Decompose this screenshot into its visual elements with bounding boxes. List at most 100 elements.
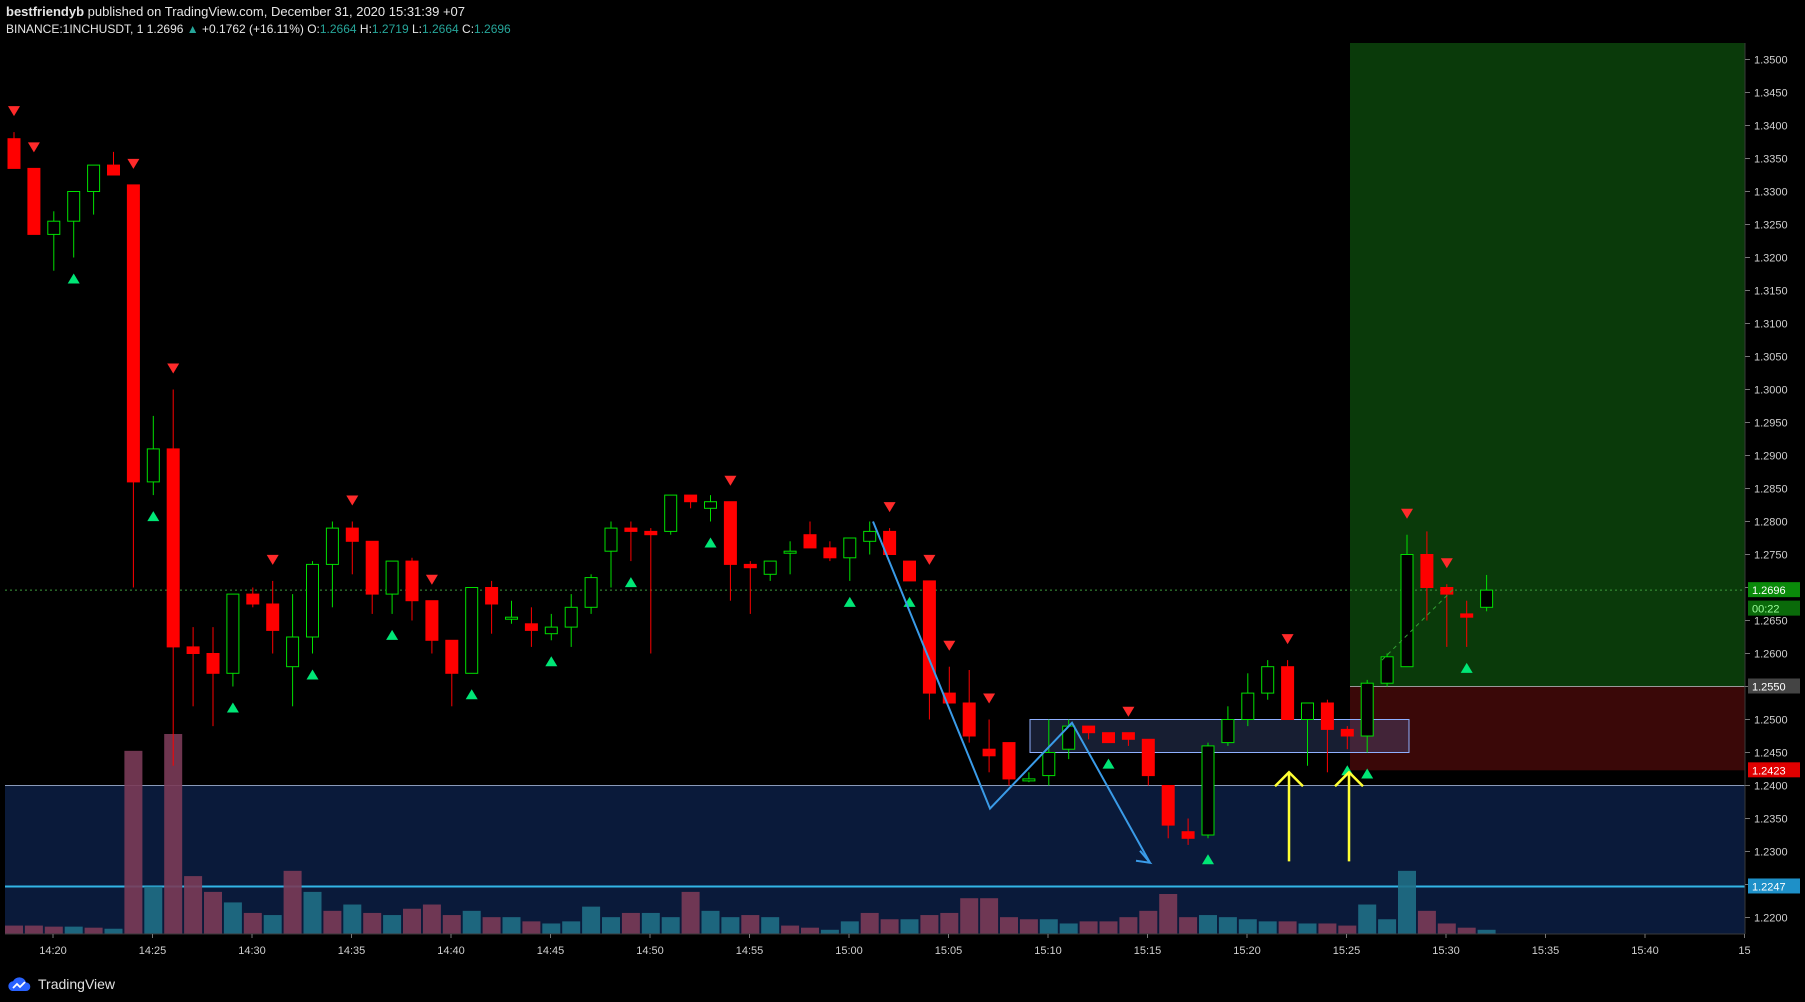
- candle-body: [1022, 778, 1036, 782]
- candle-body: [7, 138, 21, 169]
- candle-body: [385, 560, 399, 595]
- time-tick-label: 15:10: [1034, 945, 1062, 957]
- volume-bar: [1099, 921, 1118, 934]
- price-chart[interactable]: 1.3500 1.3450 1.3400 1.3350 1.3300 1.3250 1.32…: [0, 0, 1805, 970]
- volume-bar: [1139, 910, 1158, 934]
- volume-bar: [741, 915, 760, 934]
- volume-bar: [64, 926, 83, 934]
- candle-body: [107, 164, 120, 176]
- volume-bar: [84, 927, 103, 934]
- candle-body: [445, 639, 459, 674]
- candle-body: [1102, 732, 1115, 744]
- support-zone: [5, 785, 1745, 934]
- candle: [903, 560, 916, 582]
- time-tick-label: 15:35: [1532, 945, 1560, 957]
- volume-bar: [562, 921, 581, 934]
- candle-body: [345, 527, 359, 542]
- candle-body: [1460, 613, 1474, 618]
- candle: [27, 167, 41, 235]
- candle-body: [1340, 728, 1354, 737]
- candle-body: [286, 636, 300, 668]
- time-tick-label: 14:55: [736, 945, 764, 957]
- volume-bar: [1278, 921, 1297, 934]
- volume-bar: [721, 917, 740, 934]
- volume-bar: [960, 898, 979, 934]
- candle-body: [1181, 831, 1195, 839]
- volume-bar: [184, 876, 203, 934]
- candle-body: [246, 593, 260, 605]
- volume-bar: [1298, 923, 1317, 934]
- volume-bar: [383, 915, 402, 934]
- volume-bar: [661, 917, 680, 934]
- candle-body: [226, 593, 240, 674]
- volume-bar: [641, 912, 660, 934]
- price-tick-label: 1.2800: [1754, 517, 1788, 529]
- volume-bar: [920, 915, 939, 934]
- candle-body: [1420, 554, 1434, 588]
- volume-bar: [781, 925, 800, 934]
- candle-body: [704, 501, 717, 509]
- candle: [1102, 732, 1115, 744]
- candle-body: [405, 560, 419, 602]
- candle-body: [982, 748, 996, 757]
- volume-bar: [1417, 910, 1436, 934]
- support-price-label: 1.2247: [1752, 881, 1786, 893]
- price-tick-label: 1.3050: [1754, 352, 1788, 364]
- price-tick-label: 1.2400: [1754, 781, 1788, 793]
- candle-body: [27, 167, 41, 235]
- candle: [1380, 653, 1394, 687]
- price-tick-label: 1.2600: [1754, 649, 1788, 661]
- volume-bar: [840, 921, 859, 934]
- volume-bar: [1218, 917, 1237, 934]
- price-tick-label: 1.3300: [1754, 187, 1788, 199]
- candle-body: [126, 184, 140, 483]
- volume-bar: [582, 906, 601, 934]
- candle-body: [325, 527, 339, 565]
- volume-bar: [442, 915, 461, 934]
- candle-body: [604, 527, 618, 552]
- candle-body: [1002, 742, 1016, 780]
- candle-body: [1161, 785, 1175, 826]
- candle-body: [584, 577, 598, 608]
- candle-body: [1221, 719, 1235, 744]
- volume-bar: [502, 917, 521, 934]
- volume-bar: [1199, 915, 1217, 934]
- candle-body: [624, 527, 638, 532]
- candle: [1281, 660, 1295, 721]
- volume-bar: [323, 910, 342, 934]
- volume-bar: [681, 891, 700, 934]
- price-tick-label: 1.2450: [1754, 748, 1788, 760]
- candle-body: [1301, 702, 1314, 720]
- price-tick-label: 1.3200: [1754, 253, 1788, 265]
- volume-bar: [542, 923, 561, 934]
- time-tick-label: 15:40: [1631, 945, 1659, 957]
- price-tick-label: 1.3150: [1754, 286, 1788, 298]
- candle-body: [1480, 589, 1494, 608]
- candle-body: [524, 623, 538, 631]
- time-tick-label: 15:25: [1333, 945, 1361, 957]
- price-tick-label: 1.3350: [1754, 154, 1788, 166]
- candle-body: [903, 560, 916, 582]
- volume-bar: [204, 891, 222, 934]
- volume-bar: [462, 910, 481, 934]
- price-tick-label: 1.3500: [1754, 55, 1788, 67]
- candle-body: [664, 494, 678, 532]
- price-tick-label: 1.2950: [1754, 418, 1788, 430]
- time-tick-label: 15:00: [835, 945, 863, 957]
- candle-body: [1141, 738, 1155, 777]
- candle-body: [166, 448, 180, 648]
- tradingview-brand: TradingView: [38, 976, 116, 992]
- candle-body: [1241, 692, 1255, 720]
- entry-price-label: 1.2550: [1752, 682, 1786, 694]
- price-tick-label: 1.2900: [1754, 451, 1788, 463]
- tradingview-logo[interactable]: TradingView: [6, 976, 115, 992]
- volume-bar: [880, 919, 899, 934]
- candle-body: [425, 600, 439, 641]
- candle-body: [564, 606, 578, 628]
- volume-bar: [1457, 927, 1476, 934]
- volume-bar: [1059, 923, 1078, 934]
- volume-bar: [1159, 894, 1178, 934]
- volume-bar: [124, 750, 143, 934]
- candle-body: [206, 653, 220, 674]
- candle-body: [803, 534, 817, 549]
